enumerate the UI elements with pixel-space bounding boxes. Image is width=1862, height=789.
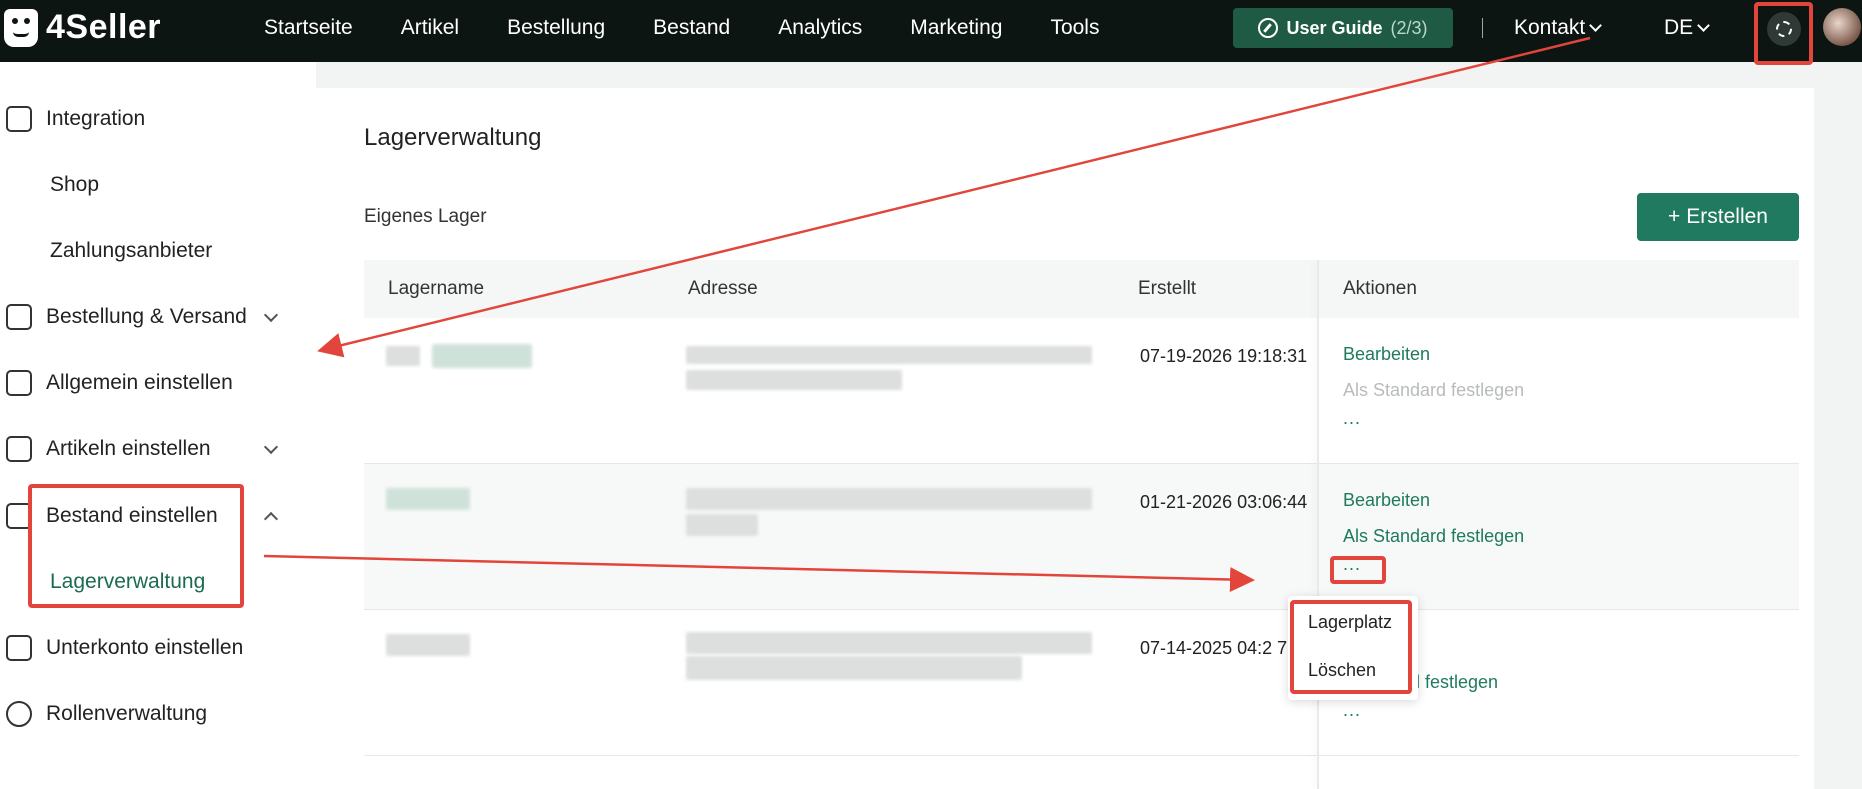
annotation-arrows [263, 36, 1591, 593]
screen: 4Seller Startseite Artikel Bestellung Be… [0, 0, 1862, 789]
annotation-arrow [263, 554, 1255, 593]
annotation-arrow [317, 36, 1591, 358]
